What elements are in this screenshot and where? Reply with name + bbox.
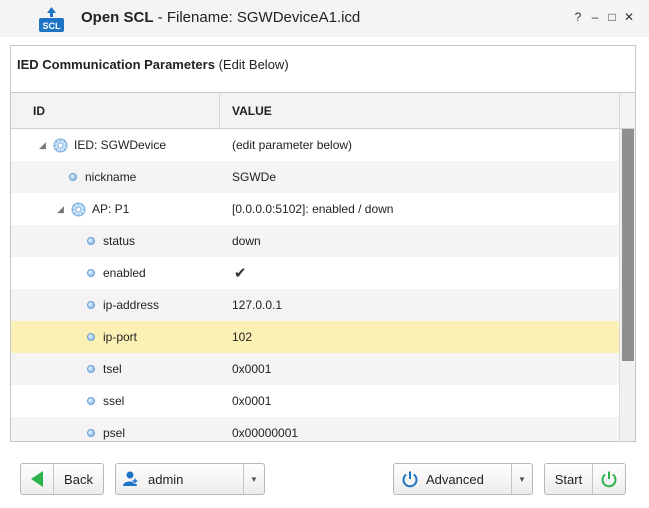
chevron-down-icon[interactable]: ▼	[250, 475, 258, 484]
row-value-cell[interactable]: (edit parameter below)	[232, 129, 352, 161]
leaf-icon	[87, 429, 95, 437]
row-id-label: IED: SGWDevice	[74, 138, 167, 152]
back-label: Back	[64, 471, 93, 487]
parameters-panel: IED Communication Parameters (Edit Below…	[10, 45, 636, 442]
table-row[interactable]: ip-address 127.0.0.1	[11, 289, 619, 321]
start-label: Start	[554, 471, 583, 487]
row-id-cell: status	[87, 225, 135, 257]
chevron-down-icon[interactable]: ▼	[518, 475, 526, 484]
back-arrow-icon	[31, 471, 43, 487]
collapse-toggle-icon[interactable]: ◢	[39, 140, 49, 151]
table-row[interactable]: ip-port 102	[11, 321, 619, 353]
row-value-cell[interactable]: 102	[232, 321, 252, 353]
vertical-scrollbar[interactable]	[619, 129, 635, 441]
parameters-table: ID VALUE ◢ IED: SGWDevice (edit parameter …	[11, 92, 635, 441]
table-row[interactable]: ssel 0x0001	[11, 385, 619, 417]
close-button[interactable]: ✕	[622, 10, 636, 24]
table-header: ID VALUE	[11, 93, 635, 129]
row-value-cell[interactable]: 0x00000001	[232, 417, 298, 441]
advanced-button[interactable]: Advanced ▼	[393, 463, 533, 495]
row-value-cell[interactable]: [0.0.0.0:5102]: enabled / down	[232, 193, 393, 225]
column-divider	[619, 93, 620, 129]
panel-title-rest: (Edit Below)	[214, 57, 289, 72]
leaf-icon	[87, 397, 95, 405]
checkmark-icon[interactable]: ✔	[234, 264, 247, 282]
user-select[interactable]: admin ▼	[115, 463, 265, 495]
leaf-icon	[87, 237, 95, 245]
row-id-cell: ip-address	[87, 289, 159, 321]
row-id-cell: enabled	[87, 257, 146, 289]
row-value-cell[interactable]: down	[232, 225, 261, 257]
row-value-cell[interactable]: SGWDe	[232, 161, 276, 193]
row-id-cell: ◢ AP: P1	[57, 193, 129, 225]
scrollbar-thumb[interactable]	[622, 129, 634, 361]
table-row[interactable]: psel 0x00000001	[11, 417, 619, 441]
table-row[interactable]: enabled ✔	[11, 257, 619, 289]
maximize-button[interactable]: □	[605, 10, 619, 24]
collapse-toggle-icon[interactable]: ◢	[57, 204, 67, 215]
column-header-id[interactable]: ID	[33, 104, 45, 118]
row-value-cell[interactable]: 127.0.0.1	[232, 289, 282, 321]
power-icon	[601, 471, 617, 488]
minimize-button[interactable]: –	[588, 10, 602, 24]
column-divider[interactable]	[219, 93, 220, 129]
row-id-label: ip-address	[103, 298, 160, 312]
start-button[interactable]: Start	[544, 463, 626, 495]
leaf-icon	[69, 173, 77, 181]
leaf-icon	[87, 365, 95, 373]
help-button[interactable]: ?	[571, 10, 585, 24]
row-id-label: enabled	[103, 266, 146, 280]
row-id-label: nickname	[85, 170, 137, 184]
row-id-cell: ssel	[87, 385, 124, 417]
gear-icon	[53, 138, 68, 153]
row-id-label: status	[103, 234, 136, 248]
leaf-icon	[87, 269, 95, 277]
user-icon	[123, 471, 138, 486]
row-id-cell: ◢ IED: SGWDevice	[39, 129, 166, 161]
leaf-icon	[87, 301, 95, 309]
app-logo-icon: SCL	[39, 7, 64, 32]
table-row[interactable]: nickname SGWDe	[11, 161, 619, 193]
row-id-cell: tsel	[87, 353, 122, 385]
row-id-label: psel	[103, 426, 126, 440]
table-row[interactable]: ◢ IED: SGWDevice (edit parameter below)	[11, 129, 619, 161]
svg-text:SCL: SCL	[43, 21, 62, 31]
row-id-label: ip-port	[103, 330, 138, 344]
column-header-value[interactable]: VALUE	[232, 104, 272, 118]
table-body: ◢ IED: SGWDevice (edit parameter below) nic…	[11, 129, 619, 441]
bottom-toolbar: Back admin ▼ Advanced ▼ Start	[0, 450, 649, 508]
row-id-cell: nickname	[69, 161, 136, 193]
panel-title-bold: IED Communication Parameters	[17, 57, 215, 72]
enabled-checkbox[interactable]: ✔	[232, 257, 247, 289]
power-icon	[402, 471, 418, 488]
row-id-label: tsel	[103, 362, 122, 376]
advanced-label: Advanced	[426, 471, 484, 487]
gear-icon	[71, 202, 86, 217]
window-title: Open SCL - Filename: SGWDeviceA1.icd	[81, 9, 360, 26]
title-bar: SCL Open SCL - Filename: SGWDeviceA1.icd…	[0, 0, 649, 37]
row-id-label: AP: P1	[92, 202, 130, 216]
row-id-cell: psel	[87, 417, 125, 441]
row-value-cell[interactable]: 0x0001	[232, 385, 271, 417]
row-id-cell: ip-port	[87, 321, 137, 353]
leaf-icon	[87, 333, 95, 341]
back-button[interactable]: Back	[20, 463, 104, 495]
table-row[interactable]: ◢ AP: P1 [0.0.0.0:5102]: enabled / down	[11, 193, 619, 225]
app-name: Open SCL	[81, 9, 154, 26]
row-value-cell[interactable]: 0x0001	[232, 353, 271, 385]
row-id-label: ssel	[103, 394, 125, 408]
title-separator: -	[153, 9, 167, 26]
user-label: admin	[148, 471, 184, 487]
table-row[interactable]: tsel 0x0001	[11, 353, 619, 385]
table-row[interactable]: status down	[11, 225, 619, 257]
panel-title: IED Communication Parameters (Edit Below…	[17, 57, 289, 72]
filename-label: Filename: SGWDeviceA1.icd	[166, 9, 361, 26]
